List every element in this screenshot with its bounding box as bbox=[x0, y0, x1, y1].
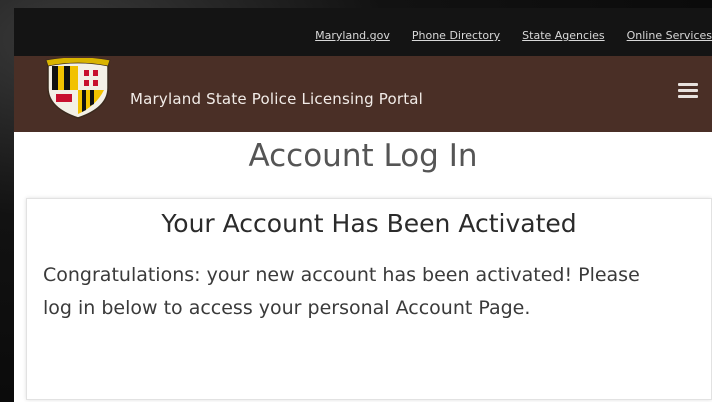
site-header: Maryland State Police Licensing Portal bbox=[14, 56, 712, 132]
utility-link-state-agencies[interactable]: State Agencies bbox=[522, 29, 604, 42]
utility-bar: Maryland.gov Phone Directory State Agenc… bbox=[14, 8, 712, 56]
notice-heading: Your Account Has Been Activated bbox=[161, 209, 577, 238]
hamburger-bar bbox=[678, 95, 698, 98]
utility-link-maryland-gov[interactable]: Maryland.gov bbox=[315, 29, 390, 42]
utility-nav: Maryland.gov Phone Directory State Agenc… bbox=[315, 29, 712, 42]
notice-message: Congratulations: your new account has be… bbox=[43, 264, 640, 319]
hamburger-bar bbox=[678, 89, 698, 92]
portal-title: Maryland State Police Licensing Portal bbox=[130, 90, 424, 108]
utility-link-phone-directory[interactable]: Phone Directory bbox=[412, 29, 500, 42]
activation-notice-card: Your Account Has Been Activated Congratu… bbox=[26, 198, 712, 400]
utility-link-online-services[interactable]: Online Services bbox=[627, 29, 712, 42]
page-title: Account Log In bbox=[248, 138, 478, 174]
maryland-state-police-badge-icon[interactable] bbox=[42, 58, 114, 120]
hamburger-bar bbox=[678, 83, 698, 86]
browser-viewport: Maryland.gov Phone Directory State Agenc… bbox=[14, 8, 712, 402]
hamburger-menu-icon[interactable] bbox=[678, 83, 698, 99]
